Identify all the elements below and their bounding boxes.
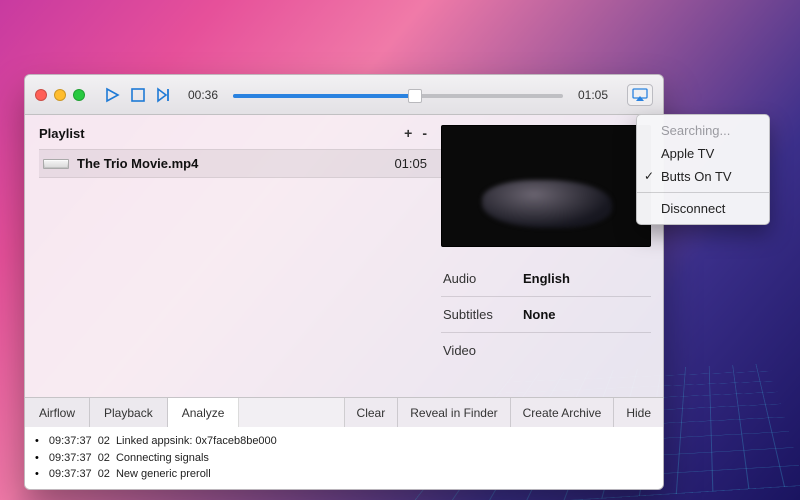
window-body: Playlist + - The Trio Movie.mp4 01:05: [25, 115, 663, 397]
close-icon[interactable]: [35, 89, 47, 101]
playlist-item-name: The Trio Movie.mp4: [77, 156, 198, 171]
playlist-panel: Playlist + - The Trio Movie.mp4 01:05: [25, 115, 441, 397]
bottom-tabbar: Airflow Playback Analyze Clear Reveal in…: [25, 397, 663, 427]
info-key: Audio: [443, 271, 523, 286]
log-panel: 09:37:3702Linked appsink: 0x7faceb8be000…: [25, 427, 663, 490]
info-value: None: [523, 307, 556, 322]
airplay-searching: Searching...: [637, 119, 769, 142]
airplay-device[interactable]: Apple TV: [637, 142, 769, 165]
playlist-remove-button[interactable]: -: [422, 125, 427, 141]
action-create-archive[interactable]: Create Archive: [511, 398, 615, 427]
airplay-icon: [632, 88, 648, 102]
checkmark-icon: ✓: [644, 169, 654, 183]
now-playing-icon: [43, 159, 69, 169]
action-clear[interactable]: Clear: [345, 398, 399, 427]
preview-panel: Audio English Subtitles None Video: [441, 115, 663, 397]
next-button[interactable]: [155, 86, 173, 104]
log-line: 09:37:3702Connecting signals: [35, 450, 653, 467]
seek-slider[interactable]: [233, 88, 563, 102]
info-row-subtitles[interactable]: Subtitles None: [441, 296, 651, 332]
airplay-disconnect[interactable]: Disconnect: [637, 197, 769, 220]
play-button[interactable]: [103, 86, 121, 104]
app-window: 00:36 01:05 Playlist + -: [24, 74, 664, 490]
transport-controls: [103, 86, 173, 104]
playlist-item[interactable]: The Trio Movie.mp4 01:05: [39, 149, 441, 178]
action-reveal-in-finder[interactable]: Reveal in Finder: [398, 398, 510, 427]
playlist-heading: Playlist: [39, 126, 85, 141]
video-thumbnail: [441, 125, 651, 247]
traffic-lights: [35, 89, 85, 101]
elapsed-time: 00:36: [183, 88, 223, 102]
info-key: Video: [443, 343, 523, 358]
seek-fill: [233, 94, 415, 98]
total-time: 01:05: [573, 88, 613, 102]
info-value: English: [523, 271, 570, 286]
menu-separator: [637, 192, 769, 193]
seek-thumb[interactable]: [408, 89, 422, 103]
titlebar: 00:36 01:05: [25, 75, 663, 115]
tab-analyze[interactable]: Analyze: [168, 398, 240, 427]
info-row-audio[interactable]: Audio English: [441, 261, 651, 296]
playlist-add-button[interactable]: +: [404, 125, 412, 141]
tab-playback[interactable]: Playback: [90, 398, 168, 427]
info-key: Subtitles: [443, 307, 523, 322]
airplay-menu: Searching... Apple TV ✓ Butts On TV Disc…: [636, 114, 770, 225]
info-row-video[interactable]: Video: [441, 332, 651, 368]
airplay-device-selected[interactable]: ✓ Butts On TV: [637, 165, 769, 188]
log-line: 09:37:3702New generic preroll: [35, 466, 653, 483]
log-line: 09:37:3702Linked appsink: 0x7faceb8be000: [35, 433, 653, 450]
minimize-icon[interactable]: [54, 89, 66, 101]
action-hide[interactable]: Hide: [614, 398, 663, 427]
playlist-item-duration: 01:05: [394, 156, 427, 171]
stop-button[interactable]: [129, 86, 147, 104]
zoom-icon[interactable]: [73, 89, 85, 101]
airplay-button[interactable]: [627, 84, 653, 106]
tab-airflow[interactable]: Airflow: [25, 398, 90, 427]
